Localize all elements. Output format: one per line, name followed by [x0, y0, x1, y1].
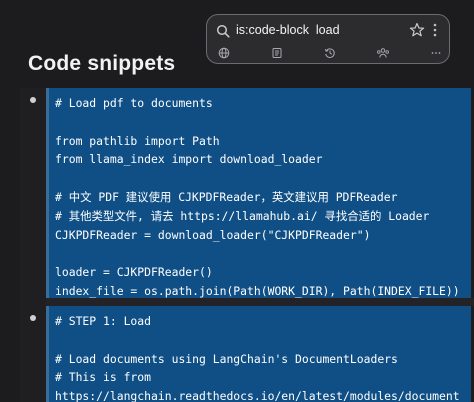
page-title: Code snippets [28, 52, 176, 75]
more-vertical-icon[interactable] [428, 22, 442, 38]
ellipsis-icon[interactable] [429, 46, 443, 60]
star-icon[interactable] [409, 22, 425, 38]
search-filter-row [217, 45, 443, 61]
code-block[interactable]: # Load pdf to documents from pathlib imp… [46, 88, 471, 298]
search-popup [206, 14, 450, 64]
globe-icon[interactable] [217, 46, 231, 60]
notes-icon[interactable] [270, 46, 284, 60]
outline-rail [20, 88, 46, 402]
search-input[interactable] [236, 22, 406, 38]
people-icon[interactable] [376, 46, 390, 60]
block-divider [46, 298, 474, 306]
list-bullet[interactable] [30, 315, 36, 321]
code-block-text[interactable]: # Load pdf to documents from pathlib imp… [49, 88, 471, 298]
code-block-text[interactable]: # STEP 1: Load # Load documents using La… [49, 306, 471, 402]
history-icon[interactable] [323, 46, 337, 60]
search-icon [216, 23, 230, 38]
code-block[interactable]: # STEP 1: Load # Load documents using La… [46, 306, 471, 402]
list-bullet[interactable] [30, 97, 36, 103]
